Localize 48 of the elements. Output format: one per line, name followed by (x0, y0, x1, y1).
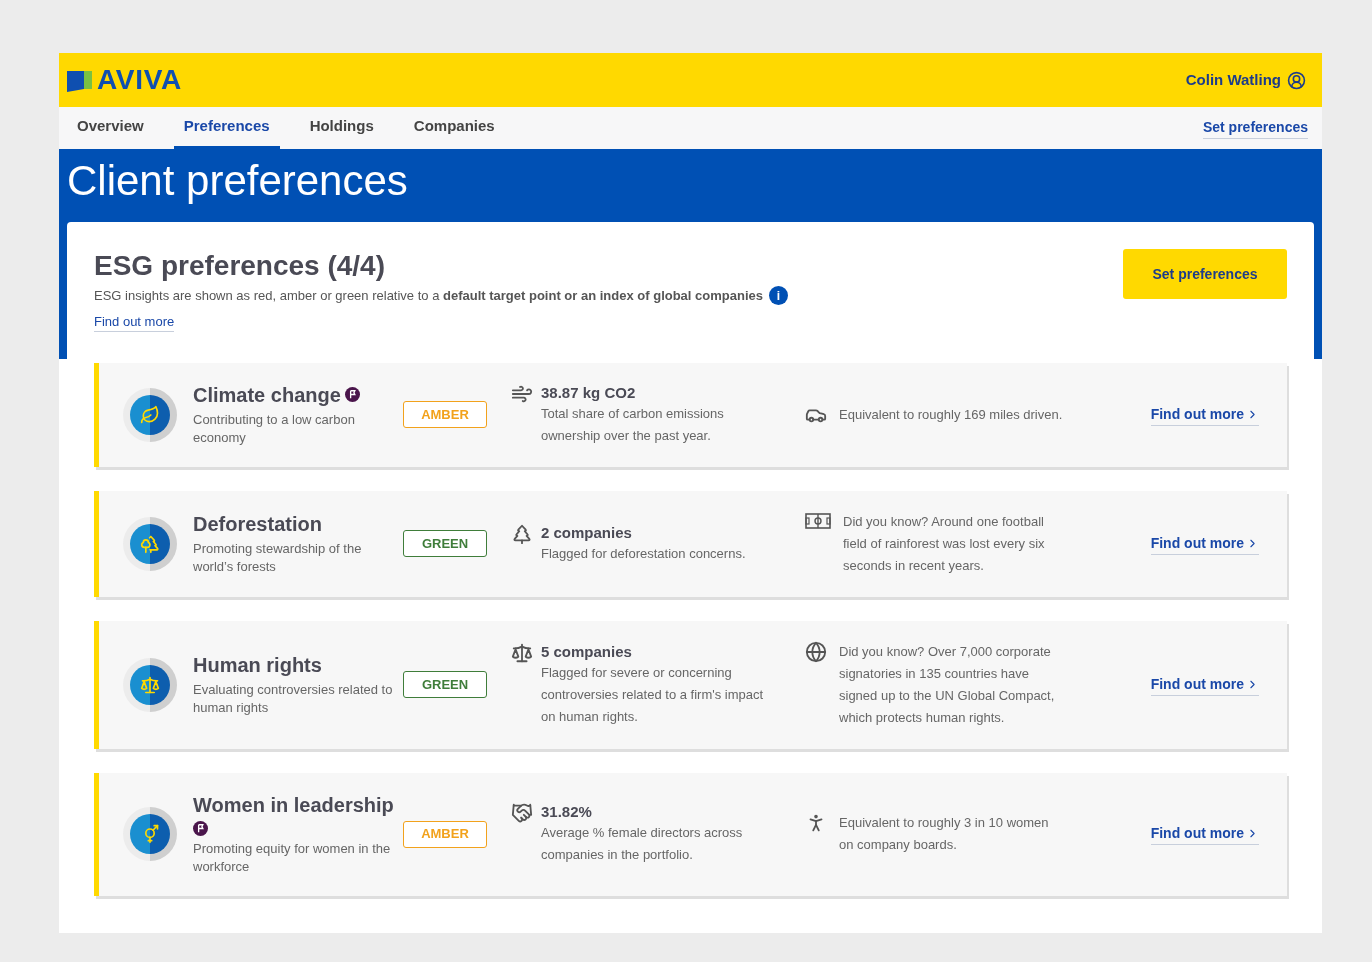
globe-icon (805, 640, 827, 663)
fact-text: Equivalent to roughly 169 miles driven. (839, 405, 1064, 424)
set-preferences-button[interactable]: Set preferences (1123, 249, 1287, 299)
stat-text: Flagged for deforestation concerns. (541, 544, 746, 563)
stat-value: 5 companies (541, 641, 633, 662)
stat-icon (511, 522, 533, 545)
user-menu[interactable]: Colin Watling (1185, 68, 1306, 92)
fact-text: Did you know? Around one football field of rainforest was lost every six seconds in recent years. (843, 512, 1046, 575)
preference-subtitle: Promoting equity for women in the workforce (193, 839, 392, 876)
preference-title: Women in leadership (193, 792, 394, 817)
topic-icon (123, 807, 177, 861)
section-title: ESG preferences (4/4) (94, 250, 387, 282)
football-field-icon (805, 512, 831, 529)
preference-title: Human rights (193, 652, 322, 677)
set-preferences-link[interactable]: Set preferences (1202, 117, 1308, 139)
stat-value: 2 companies (541, 522, 633, 543)
info-icon[interactable]: i (769, 286, 788, 306)
nav-tab[interactable]: Holdings (299, 107, 384, 149)
stat-text: Average % female directors across companies in the portfolio. (541, 824, 744, 864)
preference-subtitle: Evaluating controversies related to human rights (193, 680, 394, 717)
stat-icon (511, 641, 533, 664)
stat-icon (511, 802, 533, 824)
stat-value: 31.82% (541, 802, 593, 822)
nav-tab[interactable]: Overview (67, 107, 154, 149)
find-out-more-link[interactable]: Find out more (94, 311, 175, 332)
stat-text: Flagged for severe or concerning controversies related to a firm's impact on human rights. (541, 663, 765, 726)
preference-subtitle: Contributing to a low carbon economy (193, 410, 356, 447)
find-out-more-link[interactable]: Find out more (1150, 403, 1259, 426)
stat-text: Total share of carbon emissions ownership over the past year. (541, 404, 725, 445)
brand-name: AVIVA (97, 66, 182, 94)
nav-tab[interactable]: Companies (403, 107, 505, 149)
stat-value: 38.87 kg CO2 (541, 382, 637, 403)
fact-text: Equivalent to roughly 3 in 10 women on company boards. (839, 814, 1050, 854)
rating-badge: AMBER (403, 401, 487, 428)
preference-subtitle: Promoting stewardship of the world’s forests (193, 539, 363, 576)
section-description: ESG insights are shown as red, amber or green relative to a default target point or an index of global companies (94, 287, 763, 305)
rating-badge: AMBER (403, 820, 487, 848)
fact-text: Did you know? Over 7,000 corporate signatories in 135 countries have signed up to the UN Global Compact, which protects human rights. (839, 642, 1056, 727)
find-out-more-link[interactable]: Find out more (1150, 673, 1259, 696)
preference-title: Deforestation (193, 511, 322, 536)
logo-icon (67, 68, 93, 92)
preference-title: Climate change (193, 382, 341, 407)
rating-badge: GREEN (403, 530, 487, 557)
find-out-more-link[interactable]: Find out more (1150, 532, 1259, 555)
page-title: Client preferences (66, 156, 409, 206)
rating-badge: GREEN (403, 671, 487, 698)
find-out-more-link[interactable]: Find out more (1150, 823, 1259, 845)
user-icon (1287, 70, 1306, 90)
